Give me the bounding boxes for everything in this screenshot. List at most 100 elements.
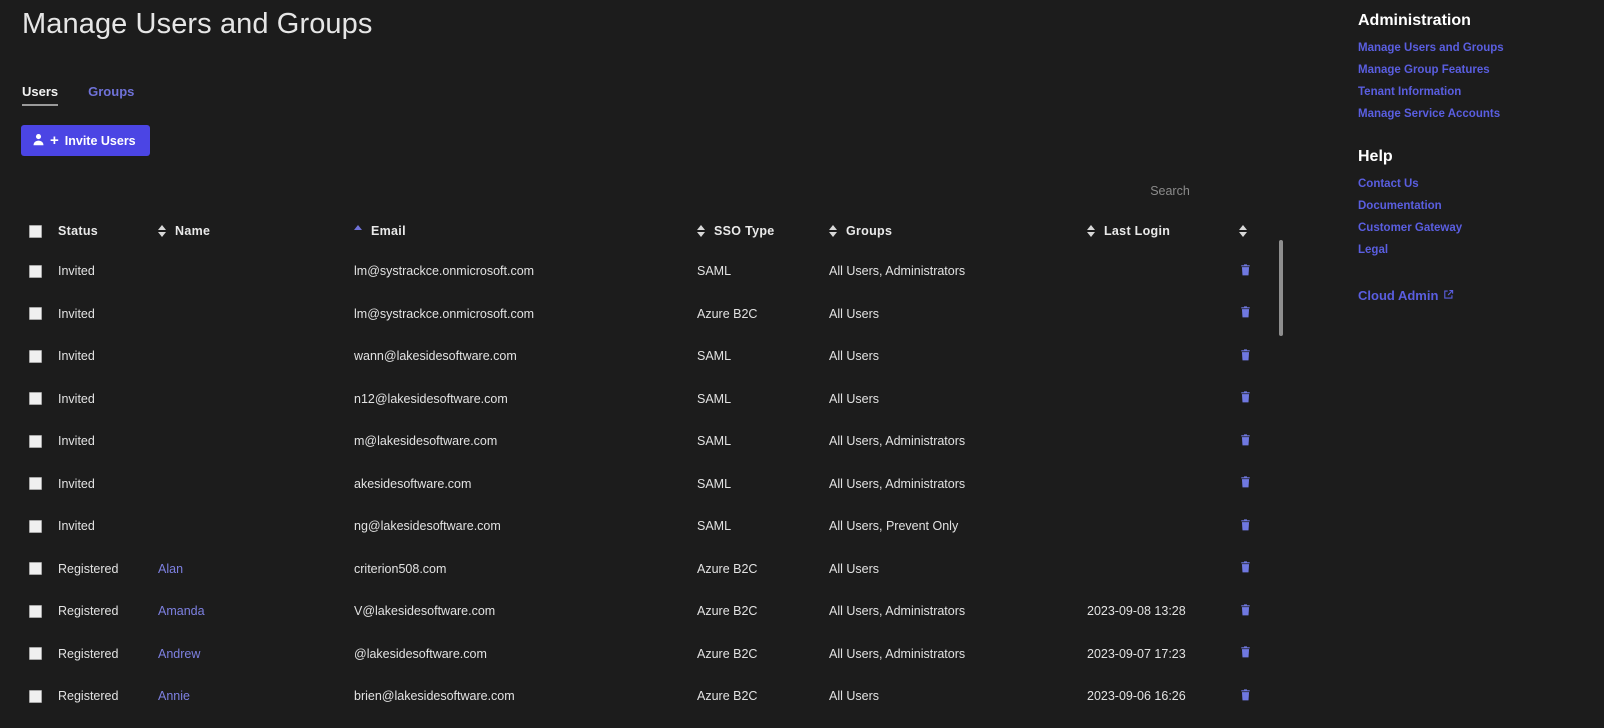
tab-users[interactable]: Users — [22, 84, 58, 106]
column-header-groups[interactable]: Groups — [829, 212, 1087, 250]
groups-value: All Users — [829, 689, 879, 703]
administration-section: Administration Manage Users and Groups M… — [1340, 12, 1504, 120]
cell-sso-type: Azure B2C — [697, 548, 829, 591]
cell-sso-type: Azure B2C — [697, 293, 829, 336]
sidebar-link-documentation[interactable]: Documentation — [1358, 200, 1462, 212]
cell-name: Andrew — [158, 633, 354, 676]
select-all-checkbox[interactable] — [29, 225, 42, 238]
sidebar-link-tenant-information[interactable]: Tenant Information — [1358, 86, 1504, 98]
row-checkbox[interactable] — [29, 392, 42, 405]
cell-email: V@lakesidesoftware.com — [354, 590, 697, 633]
row-select-cell — [0, 505, 58, 548]
cell-email: ng@lakesidesoftware.com — [354, 505, 697, 548]
sort-icon-email[interactable] — [354, 225, 362, 237]
cell-email: criterion508.com — [354, 548, 697, 591]
groups-value: All Users — [829, 307, 879, 321]
status-value: Invited — [58, 434, 95, 448]
cell-status: Registered — [58, 675, 158, 718]
sidebar-link-contact-us[interactable]: Contact Us — [1358, 178, 1462, 190]
column-header-name[interactable]: Name — [158, 212, 354, 250]
row-checkbox[interactable] — [29, 350, 42, 363]
row-checkbox[interactable] — [29, 562, 42, 575]
row-checkbox[interactable] — [29, 435, 42, 448]
groups-value: All Users — [829, 562, 879, 576]
row-checkbox[interactable] — [29, 690, 42, 703]
table-row[interactable]: Invited m@lakesidesoftware.com SAML All Use… — [0, 420, 1290, 463]
search-box[interactable] — [1060, 178, 1280, 204]
sidebar-link-legal[interactable]: Legal — [1358, 244, 1462, 256]
sso-type-value: Azure B2C — [697, 689, 757, 703]
status-value: Invited — [58, 307, 95, 321]
cell-groups: All Users — [829, 378, 1087, 421]
column-header-email[interactable]: Email — [354, 212, 697, 250]
sort-icon-actions[interactable] — [1239, 225, 1247, 237]
column-header-status[interactable]: Status — [58, 212, 158, 250]
cell-groups: All Users — [829, 675, 1087, 718]
sort-icon-groups[interactable] — [829, 225, 837, 237]
user-name-link[interactable]: Annie — [158, 689, 190, 703]
sso-type-value: SAML — [697, 392, 731, 406]
sso-type-value: Azure B2C — [697, 562, 757, 576]
row-checkbox[interactable] — [29, 307, 42, 320]
table-row[interactable]: Invited ng@lakesidesoftware.com SAML All Us… — [0, 505, 1290, 548]
table-row[interactable]: Invited n12@lakesidesoftware.com SAML All U… — [0, 378, 1290, 421]
sort-icon-name[interactable] — [158, 225, 166, 237]
sso-type-value: Azure B2C — [697, 307, 757, 321]
tab-groups[interactable]: Groups — [88, 84, 134, 106]
row-checkbox[interactable] — [29, 477, 42, 490]
sidebar-link-manage-users-and-groups[interactable]: Manage Users and Groups — [1358, 42, 1504, 54]
row-checkbox[interactable] — [29, 520, 42, 533]
user-name-link[interactable]: Alan — [158, 562, 183, 576]
search-input[interactable] — [1060, 178, 1280, 204]
sso-type-value: SAML — [697, 477, 731, 491]
row-select-cell — [0, 548, 58, 591]
sort-icon-sso-type[interactable] — [697, 225, 705, 237]
cell-name — [158, 250, 354, 293]
page-title: Manage Users and Groups — [22, 8, 372, 41]
user-name-link[interactable]: Andrew — [158, 647, 200, 661]
row-checkbox[interactable] — [29, 265, 42, 278]
column-header-last-login[interactable]: Last Login — [1087, 212, 1239, 250]
sidebar-link-customer-gateway[interactable]: Customer Gateway — [1358, 222, 1462, 234]
table-row[interactable]: Registered Amanda  V@lakesidesoftware.com… — [0, 590, 1290, 633]
cell-status: Invited — [58, 335, 158, 378]
table-scrollbar-thumb[interactable] — [1279, 240, 1283, 336]
invite-users-button[interactable]: + Invite Users — [21, 125, 150, 156]
table-row[interactable]: Registered Annie brien@lakesidesoftware.co… — [0, 675, 1290, 718]
cell-sso-type: SAML — [697, 420, 829, 463]
table-row[interactable]: Invited lm@systrackce.onmicrosoft.com SAML… — [0, 250, 1290, 293]
groups-value: All Users, Administrators — [829, 647, 965, 661]
row-select-cell — [0, 293, 58, 336]
row-checkbox[interactable] — [29, 647, 42, 660]
status-value: Invited — [58, 477, 95, 491]
cell-sso-type: SAML — [697, 378, 829, 421]
cell-status: Invited — [58, 293, 158, 336]
status-value: Invited — [58, 519, 95, 533]
column-label-last-login: Last Login — [1104, 224, 1170, 238]
status-value: Invited — [58, 392, 95, 406]
email-value: akesidesoftware.com — [354, 477, 471, 491]
table-row[interactable]: Invited wann@lakesidesoftware.com SAML All … — [0, 335, 1290, 378]
column-label-status: Status — [58, 224, 98, 238]
sort-icon-last-login[interactable] — [1087, 225, 1095, 237]
table-row[interactable]: Registered Andrew @lakesidesoftware.com Azu… — [0, 633, 1290, 676]
row-select-cell — [0, 675, 58, 718]
sidebar-link-manage-service-accounts[interactable]: Manage Service Accounts — [1358, 108, 1504, 120]
sso-type-value: SAML — [697, 434, 731, 448]
cell-name: Amanda  — [158, 590, 354, 633]
cell-name — [158, 335, 354, 378]
sidebar-link-cloud-admin[interactable]: Cloud Admin — [1358, 288, 1454, 303]
user-name-link[interactable]: Amanda  — [158, 604, 208, 618]
row-checkbox[interactable] — [29, 605, 42, 618]
email-value: wann@lakesidesoftware.com — [354, 349, 517, 363]
cell-email: n12@lakesidesoftware.com — [354, 378, 697, 421]
table-row[interactable]: Invited lm@systrackce.onmicrosoft.com Azur… — [0, 293, 1290, 336]
column-header-sso-type[interactable]: SSO Type — [697, 212, 829, 250]
table-row[interactable]: Invited akesidesoftware.com SAML All Users,… — [0, 463, 1290, 506]
person-icon — [32, 133, 45, 149]
status-value: Registered — [58, 689, 118, 703]
cell-last-login: 2023-09-07 17:23 — [1087, 633, 1239, 676]
cell-status: Registered — [58, 633, 158, 676]
sidebar-link-manage-group-features[interactable]: Manage Group Features — [1358, 64, 1504, 76]
table-row[interactable]: Registered Alan criterion508.com Azure B2C A… — [0, 548, 1290, 591]
